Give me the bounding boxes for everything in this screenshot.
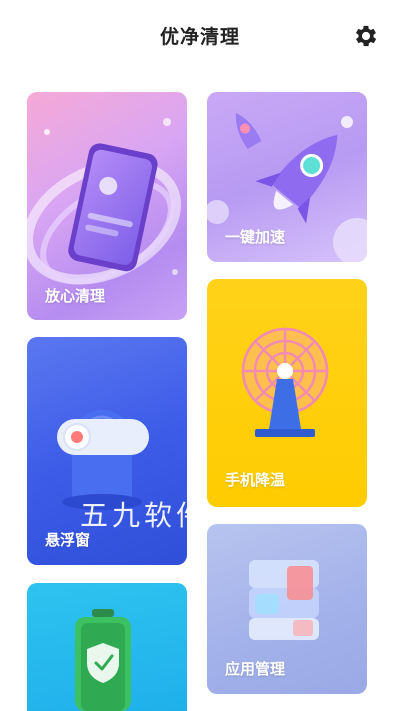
card-app[interactable]: 应用管理: [207, 524, 367, 694]
gear-icon[interactable]: [352, 22, 380, 50]
battery-shield-illustration: [75, 609, 131, 711]
card-cool[interactable]: 手机降温: [207, 279, 367, 507]
card-speed[interactable]: 一键加速: [207, 92, 367, 262]
card-float-label: 悬浮窗: [45, 531, 91, 549]
app-title: 优净清理: [159, 26, 240, 48]
card-cool-label: 手机降温: [225, 471, 286, 489]
card-battery[interactable]: [27, 583, 187, 711]
card-speed-label: 一键加速: [225, 228, 286, 246]
card-float[interactable]: 悬浮窗: [27, 337, 187, 565]
card-app-label: 应用管理: [225, 660, 286, 678]
card-clean[interactable]: 放心清理: [27, 92, 187, 320]
app-header: 优净清理: [0, 0, 400, 72]
card-clean-label: 放心清理: [45, 287, 106, 305]
